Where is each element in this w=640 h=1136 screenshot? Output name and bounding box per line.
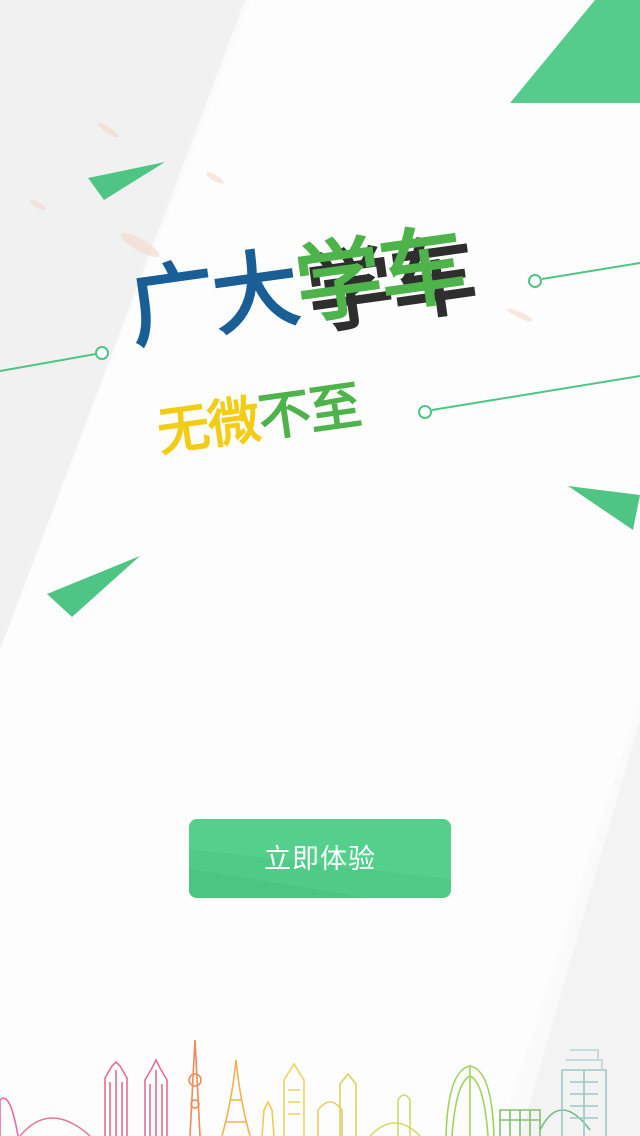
try-now-button[interactable]: 立即体验	[189, 819, 451, 898]
connector-dot-right-mid	[418, 405, 432, 419]
logo-char-1: 广	[123, 249, 221, 361]
slogan-char-4: 至	[305, 375, 365, 443]
logo-char-3: 学	[289, 226, 387, 338]
city-skyline-illustration	[0, 1039, 607, 1136]
connector-dot-right-top	[528, 274, 542, 288]
triangle-left-lower	[47, 556, 140, 617]
connector-dot-left	[95, 346, 109, 360]
decorative-shapes	[0, 0, 640, 617]
slogan-char-3: 不	[254, 382, 314, 450]
triangle-top-right	[510, 0, 640, 103]
slogan-char-2: 微	[204, 390, 264, 457]
logo-char-4: 车	[372, 214, 470, 326]
logo-char-2: 大	[206, 238, 304, 349]
triangle-right-mid	[568, 486, 640, 530]
slogan-char-1: 无	[153, 397, 213, 464]
try-now-label: 立即体验	[264, 844, 376, 875]
triangle-left-upper	[88, 162, 165, 200]
